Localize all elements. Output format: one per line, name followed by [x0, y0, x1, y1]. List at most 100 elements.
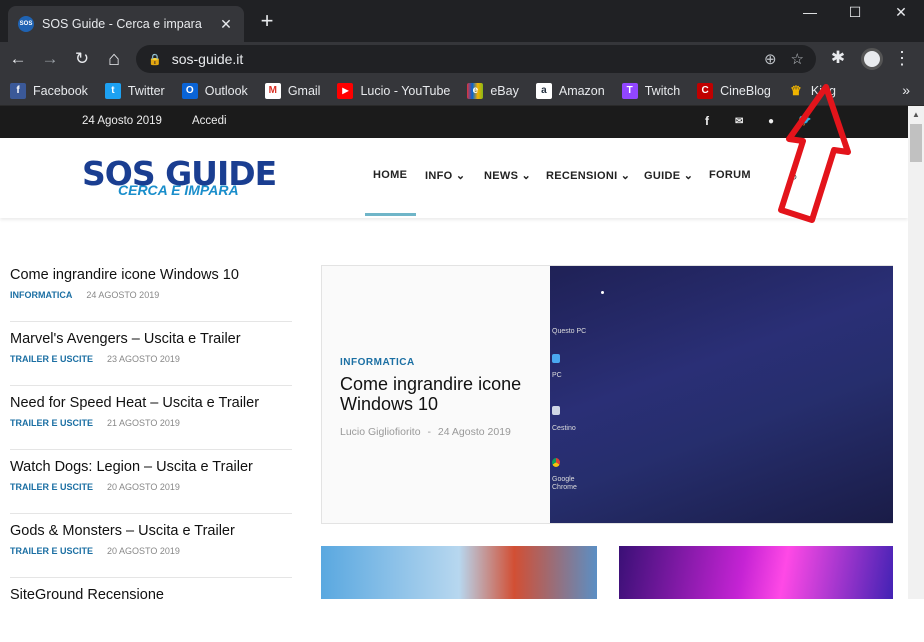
minimize-button[interactable]: — [800, 4, 820, 20]
featured-category[interactable]: INFORMATICA [340, 357, 415, 368]
scrollbar-thumb[interactable] [910, 124, 922, 162]
list-item[interactable]: Need for Speed Heat – Uscita e Trailer T… [10, 386, 292, 450]
article-date: 24 AGOSTO 2019 [86, 290, 160, 300]
site-tagline: CERCA E IMPARA [118, 182, 239, 198]
bookmark-label: Twitter [127, 83, 165, 98]
chrome-icon [552, 458, 560, 467]
desktop-icon-label: Cestino [552, 425, 576, 432]
site-header: SOS GUIDE CERCA E IMPARA HOME INFO ⌄ NEW… [0, 138, 908, 218]
article-title[interactable]: Come ingrandire icone Windows 10 [10, 258, 292, 283]
profile-avatar[interactable] [861, 48, 883, 70]
bookmark-ebay[interactable]: e eBay [467, 82, 519, 99]
address-bar[interactable]: 🔒 sos-guide.it ⊕ ☆ [136, 45, 816, 73]
bookmark-label: Lucio - YouTube [360, 83, 451, 98]
article-title[interactable]: Need for Speed Heat – Uscita e Trailer [10, 386, 292, 411]
featured-meta: Lucio Gigliofiorito - 24 Agosto 2019 [340, 426, 511, 438]
article-title[interactable]: SiteGround Recensione [10, 578, 292, 603]
article-date: 20 AGOSTO 2019 [107, 482, 180, 492]
article-date: 20 AGOSTO 2019 [107, 546, 180, 556]
list-item[interactable]: Gods & Monsters – Uscita e Trailer TRAIL… [10, 514, 292, 578]
bookmark-amazon[interactable]: a Amazon [535, 82, 605, 99]
maximize-button[interactable]: ☐ [845, 4, 865, 21]
article-category[interactable]: INFORMATICA [10, 290, 72, 300]
chrome-menu-icon[interactable]: ⋮ [891, 48, 913, 69]
browser-toolbar: ← → ↻ ⌂ 🔒 sos-guide.it ⊕ ☆ ✱ ⋮ [0, 42, 924, 76]
bookmark-label: Outlook [204, 83, 248, 98]
bookmark-cineblog[interactable]: C CineBlog [697, 82, 771, 99]
twitter-icon: t [104, 82, 121, 99]
featured-date: 24 Agosto 2019 [437, 426, 511, 438]
tab-title: SOS Guide - Cerca e impara [42, 17, 202, 31]
reload-button[interactable]: ↻ [71, 48, 93, 70]
amazon-icon: a [535, 82, 552, 99]
featured-title[interactable]: Come ingrandire icone Windows 10 [340, 374, 540, 414]
menu-info[interactable]: INFO ⌄ [425, 169, 465, 182]
desktop-icon-label: Questo PC [552, 328, 587, 335]
scroll-up-icon[interactable]: ▲ [912, 110, 920, 119]
bookmarks-overflow-icon[interactable]: » [902, 82, 910, 98]
desktop-icon-label: Google Chrome [552, 476, 577, 491]
back-button[interactable]: ← [7, 48, 29, 70]
featured-article[interactable]: INFORMATICA Come ingrandire icone Window… [321, 265, 893, 524]
bookmark-label: Gmail [287, 83, 321, 98]
article-category[interactable]: TRAILER E USCITE [10, 482, 93, 492]
bookmark-label: Amazon [558, 83, 605, 98]
article-category[interactable]: TRAILER E USCITE [10, 354, 93, 364]
menu-news[interactable]: NEWS ⌄ [484, 169, 531, 182]
reddit-icon[interactable]: ● [768, 116, 774, 127]
lock-icon[interactable]: 🔒 [148, 53, 162, 66]
topbar-date: 24 Agosto 2019 [82, 115, 162, 127]
login-link[interactable]: Accedi [192, 115, 227, 127]
window-close-button[interactable]: ✕ [891, 4, 911, 21]
list-item[interactable]: Watch Dogs: Legion – Uscita e Trailer TR… [10, 450, 292, 514]
install-icon[interactable]: ⊕ [764, 50, 777, 68]
site-topbar: 24 Agosto 2019 Accedi f ✉ ● 🐦 [0, 106, 908, 138]
ebay-icon: e [467, 82, 484, 99]
red-arrow-annotation-icon [778, 84, 851, 223]
menu-recensioni[interactable]: RECENSIONI ⌄ [546, 169, 630, 182]
article-thumbnail[interactable] [321, 546, 597, 599]
facebook-icon: f [10, 82, 26, 99]
email-icon[interactable]: ✉ [735, 116, 743, 127]
article-thumbnail[interactable] [619, 546, 893, 599]
new-tab-button[interactable]: + [256, 10, 278, 32]
tab-close-icon[interactable]: ✕ [218, 16, 234, 33]
menu-guide[interactable]: GUIDE ⌄ [644, 169, 693, 182]
article-title[interactable]: Gods & Monsters – Uscita e Trailer [10, 514, 292, 539]
active-menu-underline [365, 213, 416, 216]
bookmark-twitch[interactable]: T Twitch [621, 82, 680, 99]
bookmark-facebook[interactable]: f Facebook [10, 82, 88, 99]
featured-author[interactable]: Lucio Gigliofiorito [340, 426, 421, 438]
extensions-puzzle-icon[interactable]: ✱ [827, 48, 849, 68]
browser-tab[interactable]: SOS SOS Guide - Cerca e impara ✕ [8, 6, 244, 42]
page-scrollbar[interactable]: ▲ [908, 106, 924, 599]
twitch-icon: T [621, 82, 638, 99]
list-item[interactable]: Come ingrandire icone Windows 10 INFORMA… [10, 258, 292, 322]
bookmark-gmail[interactable]: M Gmail [264, 82, 321, 99]
list-item[interactable]: Marvel's Avengers – Uscita e Trailer TRA… [10, 322, 292, 386]
article-category[interactable]: TRAILER E USCITE [10, 418, 93, 428]
menu-forum[interactable]: FORUM [709, 169, 751, 181]
recycle-bin-icon [552, 406, 560, 415]
tab-strip: SOS SOS Guide - Cerca e impara ✕ + — ☐ ✕ [0, 0, 924, 42]
bookmark-youtube[interactable]: ▶ Lucio - YouTube [337, 82, 451, 99]
bookmark-label: Facebook [33, 83, 88, 98]
star-dot [601, 291, 604, 294]
bookmark-twitter[interactable]: t Twitter [104, 82, 165, 99]
article-list: Come ingrandire icone Windows 10 INFORMA… [10, 258, 292, 642]
desktop-icon-label: PC [552, 372, 562, 379]
facebook-icon[interactable]: f [705, 114, 709, 128]
home-button[interactable]: ⌂ [103, 48, 125, 70]
article-category[interactable]: TRAILER E USCITE [10, 546, 93, 556]
list-item[interactable]: SiteGround Recensione [10, 578, 292, 642]
article-date: 23 AGOSTO 2019 [107, 354, 180, 364]
featured-image[interactable]: Questo PC PC Cestino Google Chrome [550, 266, 893, 523]
bookmark-label: eBay [490, 83, 519, 98]
url-text[interactable]: sos-guide.it [172, 51, 750, 67]
forward-button[interactable]: → [39, 48, 61, 70]
menu-home[interactable]: HOME [373, 169, 407, 181]
bookmark-star-icon[interactable]: ☆ [791, 50, 804, 68]
article-title[interactable]: Marvel's Avengers – Uscita e Trailer [10, 322, 292, 347]
bookmark-outlook[interactable]: O Outlook [181, 82, 248, 99]
article-title[interactable]: Watch Dogs: Legion – Uscita e Trailer [10, 450, 292, 475]
